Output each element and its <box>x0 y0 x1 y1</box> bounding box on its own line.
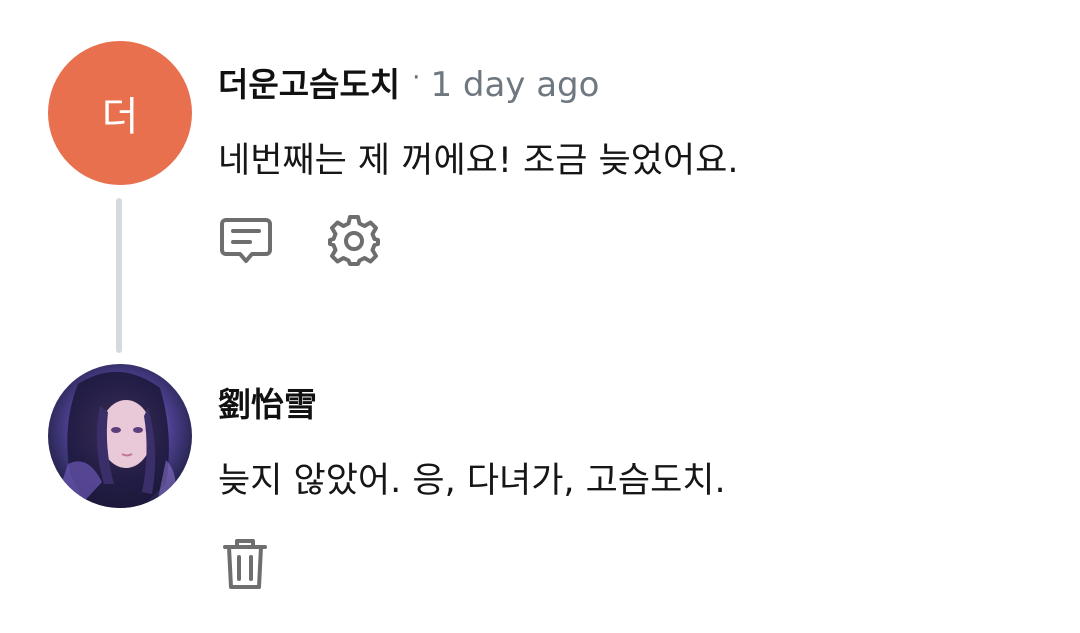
username[interactable]: 더운고슴도치 <box>218 58 400 106</box>
thread-connector-line <box>116 198 122 353</box>
avatar-letter: 더 <box>101 94 139 140</box>
comment-header: 劉怡雪 <box>218 378 317 426</box>
avatar[interactable]: 더 <box>48 41 192 185</box>
avatar-image <box>58 371 176 508</box>
timestamp[interactable]: 1 day ago <box>430 65 599 105</box>
username[interactable]: 劉怡雪 <box>218 378 317 426</box>
avatar[interactable] <box>48 364 192 508</box>
gear-icon[interactable] <box>328 214 380 266</box>
reply-icon[interactable] <box>220 214 272 266</box>
comment-text: 네번째는 제 꺼에요! 조금 늦었어요. <box>218 141 739 181</box>
separator-dot: · <box>412 63 421 93</box>
trash-icon[interactable] <box>222 537 268 591</box>
comment-thread: 더 더운고슴도치 · 1 day ago 네번째는 제 꺼에요! 조금 늦었어요… <box>0 0 1080 633</box>
comment-text: 늦지 않았어. 응, 다녀가, 고슴도치. <box>218 461 726 501</box>
comment-header: 더운고슴도치 · 1 day ago <box>218 58 599 106</box>
